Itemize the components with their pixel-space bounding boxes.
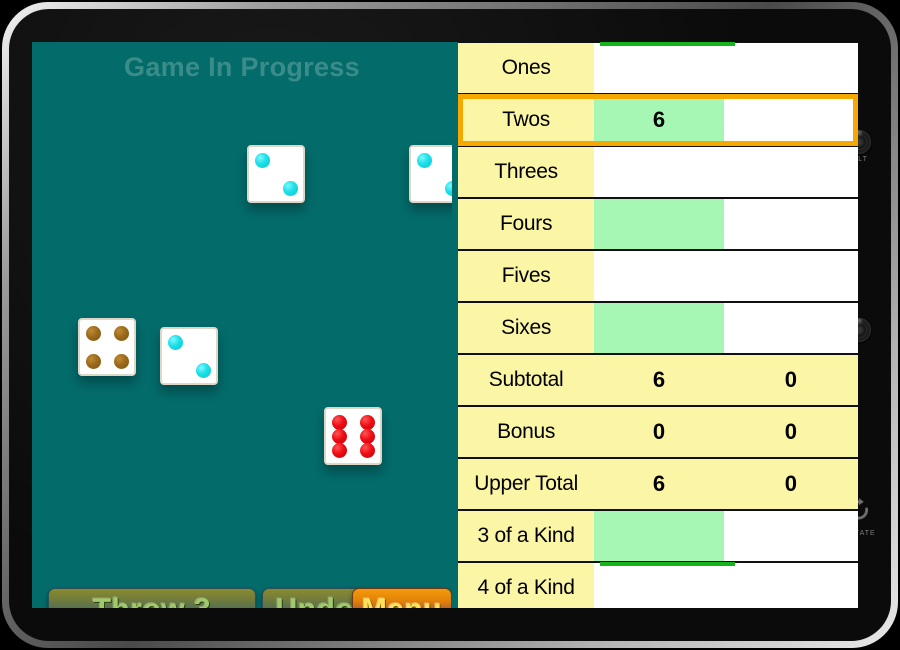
scorecard-row[interactable]: Fives [458,250,858,302]
die-pip-red [360,443,375,458]
scorecard-row-label: 4 of a Kind [458,562,595,608]
die-4-value-2[interactable] [160,327,218,385]
score-cell-player1[interactable] [594,250,724,302]
die-2-value-2[interactable] [409,145,452,203]
scorecard-row[interactable]: Bonus 0 0 [458,406,858,458]
scorecard-row[interactable]: Sixes [458,302,858,354]
scorecard-row-label: Upper Total [458,458,595,510]
menu-button[interactable]: Menu [352,588,452,608]
screenshot-root: TILT ROTATE Game In Progress Throw 3 [0,0,900,650]
die-3-value-4[interactable] [78,318,136,376]
die-pip-cyan [168,335,183,350]
game-area[interactable]: Game In Progress Throw 3 Undo Menu [32,42,452,608]
die-face [80,320,134,374]
die-pip-cyan [255,153,270,168]
die-face [326,409,380,463]
die-face [162,329,216,383]
scorecard-row-label: Threes [458,146,595,198]
die-pip-cyan [445,181,452,196]
scorecard-row-label: Fives [458,250,595,302]
scorecard-row[interactable]: Upper Total 6 0 [458,458,858,510]
scorecard-row-label: Twos [458,94,595,146]
score-cell-player1[interactable]: 6 [594,458,724,510]
scorecard-row[interactable]: Fours [458,198,858,250]
scorecard-row-label: Subtotal [458,354,595,406]
die-pip-brown [86,354,101,369]
die-pip-cyan [417,153,432,168]
throw-button-label: Throw 3 [93,593,212,608]
score-cell-player1[interactable] [594,302,724,354]
undo-button-label: Undo [276,593,355,608]
scorecard-row[interactable]: 3 of a Kind [458,510,858,562]
score-cell-player2[interactable] [723,198,858,250]
score-cell-player1[interactable] [594,510,724,562]
die-pip-red [332,415,347,430]
score-cell-player2[interactable]: 0 [723,458,858,510]
scorecard-panel[interactable]: Ones Twos 6 Threes Fours Fives Sixes Subtotal 6 0… [452,42,858,608]
die-5-value-6[interactable] [324,407,382,465]
scorecard-row[interactable]: Ones [458,42,858,94]
die-pip-red [360,429,375,444]
score-cell-player2[interactable]: 0 [723,406,858,458]
throw-button[interactable]: Throw 3 [48,588,256,608]
score-cell-player2[interactable] [723,562,858,608]
die-pip-brown [114,354,129,369]
scorecard-row[interactable]: Threes [458,146,858,198]
score-cell-player1[interactable]: 6 [594,354,724,406]
die-face [249,147,303,201]
scorecard-row[interactable]: Twos 6 [458,94,858,146]
score-cell-player2[interactable] [723,42,858,94]
scorecard-row-label: 3 of a Kind [458,510,595,562]
scorecard-row-label: Sixes [458,302,595,354]
scorecard-table: Ones Twos 6 Threes Fours Fives Sixes Subtotal 6 0… [458,42,858,608]
die-1-value-2[interactable] [247,145,305,203]
die-pip-red [332,443,347,458]
score-cell-player1[interactable] [594,42,724,94]
score-cell-player2[interactable] [723,250,858,302]
score-cell-player2[interactable] [723,94,858,146]
menu-button-label: Menu [362,593,442,608]
scorecard-row[interactable]: Subtotal 6 0 [458,354,858,406]
scorecard-row-label: Fours [458,198,595,250]
score-cell-player2[interactable] [723,510,858,562]
scorecard-row-label: Ones [458,42,595,94]
game-status-title: Game In Progress [124,52,360,82]
die-pip-red [332,429,347,444]
score-cell-player1[interactable] [594,146,724,198]
scorecard-row[interactable]: 4 of a Kind [458,562,858,608]
score-cell-player1[interactable]: 6 [594,94,724,146]
die-pip-cyan [283,181,298,196]
scorecard-row-label: Bonus [458,406,595,458]
score-cell-player1[interactable]: 0 [594,406,724,458]
die-pip-cyan [196,363,211,378]
score-cell-player2[interactable] [723,302,858,354]
die-pip-red [360,415,375,430]
die-pip-brown [86,326,101,341]
die-face [411,147,452,201]
die-pip-brown [114,326,129,341]
tablet-screen: Game In Progress Throw 3 Undo Menu OnesT… [32,42,858,608]
score-cell-player2[interactable]: 0 [723,354,858,406]
score-cell-player1[interactable] [594,562,724,608]
score-cell-player1[interactable] [594,198,724,250]
score-cell-player2[interactable] [723,146,858,198]
